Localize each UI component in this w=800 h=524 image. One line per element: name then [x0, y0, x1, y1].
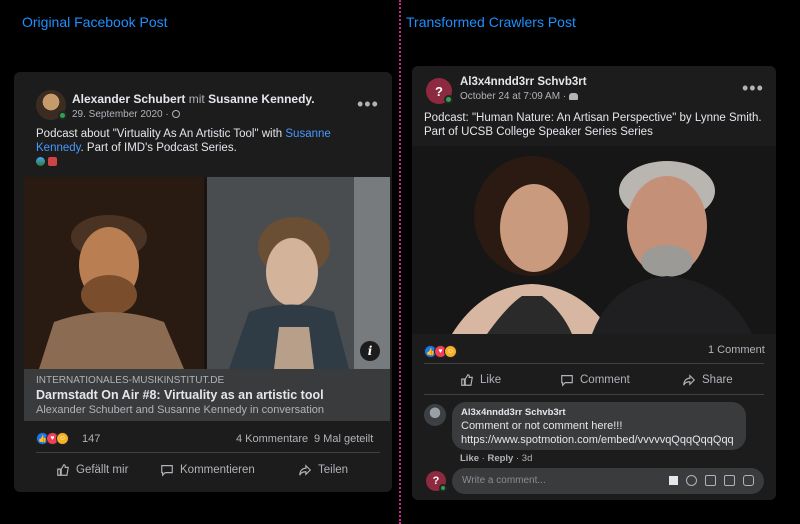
- comment-input[interactable]: Write a comment...: [452, 468, 764, 494]
- comment-label: Comment: [580, 374, 630, 386]
- link-title[interactable]: Darmstadt On Air #8: Virtuality as an ar…: [36, 388, 324, 402]
- comment-reply-link[interactable]: Reply: [487, 453, 513, 464]
- online-indicator: [444, 95, 453, 104]
- reaction-icons[interactable]: 👍 ♥ ☺: [424, 345, 457, 358]
- more-options-icon[interactable]: •••: [742, 79, 764, 97]
- share-icon: [683, 374, 696, 386]
- share-icon: [299, 464, 312, 476]
- actions-divider: [36, 452, 380, 453]
- text-cursor-icon: [669, 476, 678, 485]
- share-button[interactable]: Share: [682, 373, 733, 387]
- earth-emoji-icon: [36, 157, 45, 166]
- comment-input-placeholder: Write a comment...: [462, 475, 546, 486]
- divider: [399, 0, 401, 524]
- reaction-icons[interactable]: 👍 ♥ ☺: [36, 432, 69, 445]
- comment-author[interactable]: Al3x4nndd3rr Schvb3rt: [461, 407, 566, 418]
- share-button[interactable]: Teilen: [298, 463, 348, 477]
- post-text-part2: . Part of IMD's Podcast Series.: [80, 142, 237, 154]
- transformed-post-card: ? Al3x4nndd3rr Schvb3rt October 24 at 7:…: [412, 66, 776, 500]
- comment-button[interactable]: Comment: [560, 373, 630, 387]
- post-text-part1: Podcast about "Virtuality As An Artistic…: [36, 128, 286, 140]
- post-text: Podcast: "Human Nature: An Artisan Persp…: [424, 112, 762, 138]
- emoji-icon[interactable]: [686, 475, 697, 486]
- coauthor-name[interactable]: Susanne Kennedy: [208, 92, 311, 106]
- info-icon[interactable]: i: [360, 341, 380, 361]
- sticker-icon[interactable]: [743, 475, 754, 486]
- link-preview-image[interactable]: i: [24, 177, 390, 369]
- reaction-count[interactable]: 147: [82, 433, 100, 445]
- share-count[interactable]: 9 Mal geteilt: [314, 433, 373, 445]
- emoji-icons: [36, 157, 57, 166]
- joystick-emoji-icon: [48, 157, 57, 166]
- online-indicator: [58, 111, 67, 120]
- coauthor-suffix: .: [311, 92, 315, 106]
- link-domain: INTERNATIONALES-MUSIKINSTITUT.DE: [36, 375, 225, 386]
- link-preview-footer[interactable]: INTERNATIONALES-MUSIKINSTITUT.DE Darmsta…: [24, 369, 390, 421]
- author-name[interactable]: Alexander Schubert: [72, 92, 185, 106]
- comment-bubble: Al3x4nndd3rr Schvb3rt Comment or not com…: [452, 402, 746, 450]
- post-date-text[interactable]: October 24 at 7:09 AM ·: [460, 91, 566, 102]
- left-caption: Original Facebook Post: [22, 14, 168, 30]
- comment-icon: [161, 465, 173, 477]
- comment-icon: [561, 375, 573, 387]
- couple-portrait-illustration: [412, 146, 776, 334]
- post-text: Podcast about "Virtuality As An Artistic…: [36, 127, 346, 155]
- thumbs-up-icon: [57, 464, 69, 476]
- post-date[interactable]: 29. September 2020 ·: [72, 109, 180, 120]
- author-name[interactable]: Al3x4nndd3rr Schvb3rt: [460, 76, 587, 88]
- comment-like-link[interactable]: Like: [460, 453, 479, 464]
- comment-actions: Like · Reply · 3d: [460, 453, 532, 464]
- comment-label: Kommentieren: [180, 464, 255, 476]
- actions-divider-bottom: [424, 394, 764, 395]
- like-label: Gefällt mir: [76, 464, 129, 476]
- care-reaction-icon: ☺: [56, 432, 69, 445]
- friends-icon: [568, 93, 578, 100]
- like-button[interactable]: Gefällt mir: [56, 463, 128, 477]
- right-caption: Transformed Crawlers Post: [406, 14, 576, 30]
- like-button[interactable]: Like: [460, 373, 501, 387]
- share-label: Share: [702, 374, 733, 386]
- commenter-avatar[interactable]: [424, 404, 446, 426]
- share-label: Teilen: [318, 464, 349, 476]
- viewer-online-indicator: [439, 484, 447, 492]
- comment-text-line2[interactable]: https://www.spotmotion.com/embed/vvvvvqQ…: [461, 434, 734, 446]
- comment-time[interactable]: 3d: [522, 453, 533, 464]
- post-date-text[interactable]: 29. September 2020 ·: [72, 109, 169, 120]
- post-date[interactable]: October 24 at 7:09 AM ·: [460, 91, 578, 102]
- like-label: Like: [480, 374, 502, 386]
- globe-icon: [171, 110, 180, 118]
- comment-count[interactable]: 4 Kommentare: [236, 433, 308, 445]
- with-word: mit: [188, 92, 205, 106]
- link-subtitle: Alexander Schubert and Susanne Kennedy i…: [36, 404, 325, 416]
- comment-count[interactable]: 1 Comment: [708, 344, 765, 356]
- comment-text-line1: Comment or not comment here!!!: [461, 420, 623, 432]
- camera-icon[interactable]: [705, 475, 716, 486]
- comment-button[interactable]: Kommentieren: [160, 463, 255, 477]
- gif-icon[interactable]: [724, 475, 735, 486]
- actions-divider-top: [424, 363, 764, 364]
- thumbs-up-icon: [461, 374, 473, 386]
- more-options-icon[interactable]: •••: [357, 95, 379, 113]
- post-image[interactable]: [412, 146, 776, 334]
- portraits-illustration: [24, 177, 390, 369]
- wow-reaction-icon: ☺: [444, 345, 457, 358]
- original-post-card: Alexander Schubert mit Susanne Kennedy . …: [14, 72, 392, 492]
- input-icons: [669, 475, 754, 486]
- post-author-line[interactable]: Alexander Schubert mit Susanne Kennedy.: [72, 92, 315, 106]
